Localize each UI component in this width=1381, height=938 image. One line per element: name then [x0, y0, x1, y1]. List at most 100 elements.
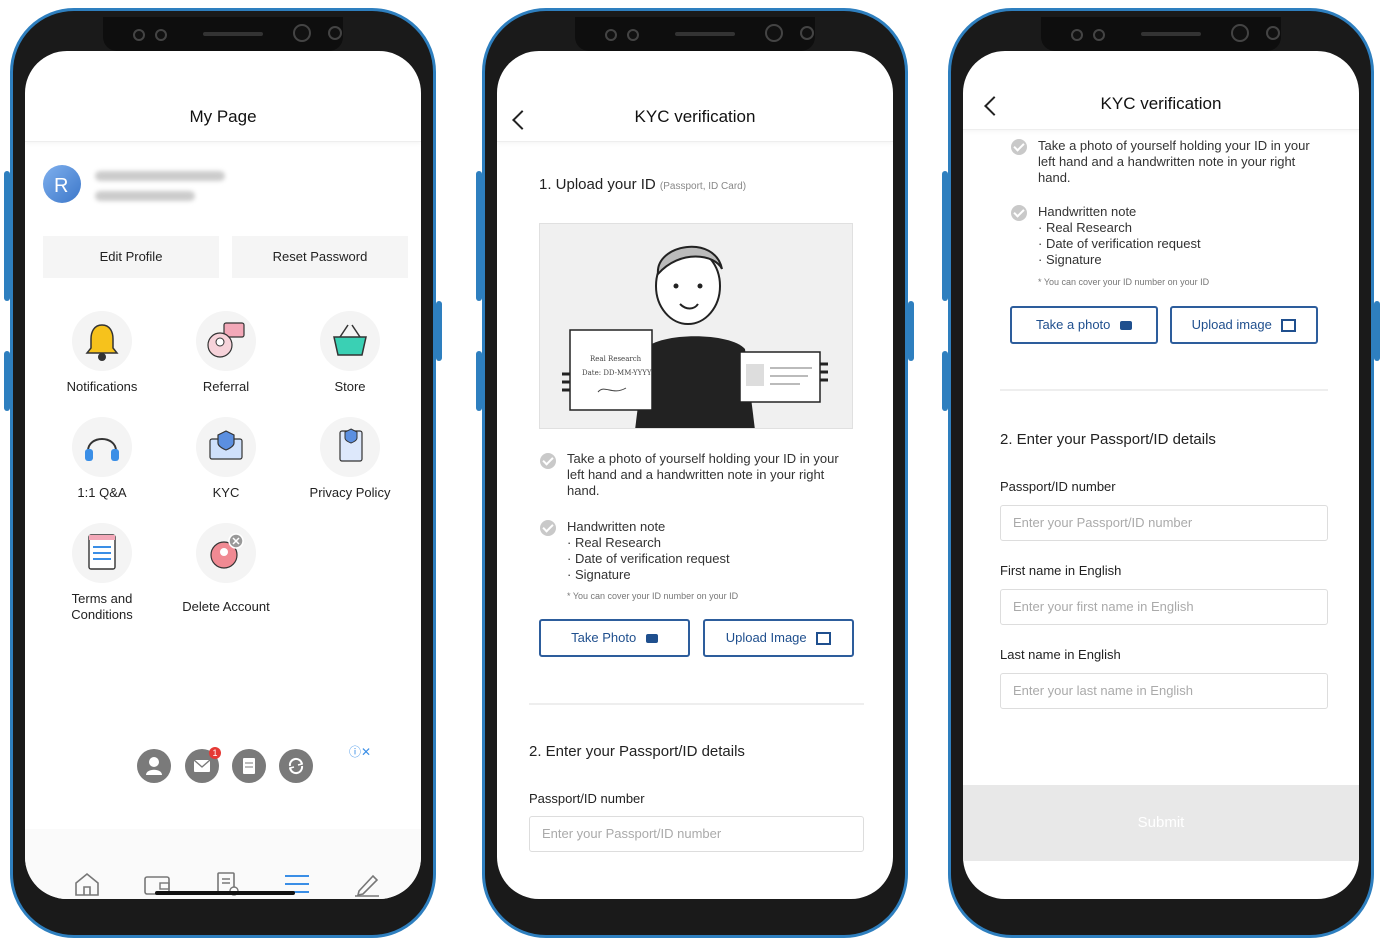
- menu-terms[interactable]: Terms and Conditions: [42, 523, 162, 623]
- instruction-item: · Signature: [1038, 252, 1102, 267]
- screen: My Page R Edit Profile Reset Password No…: [25, 51, 421, 899]
- sensor-icon: [605, 29, 617, 41]
- notification-badge: 1: [209, 747, 221, 759]
- instruction-photo: Take a photo of yourself holding your ID…: [1038, 138, 1310, 185]
- first-name-input[interactable]: Enter your first name in English: [1000, 589, 1328, 625]
- instruction-item: · Date of verification request: [567, 551, 730, 566]
- menu-label: Notifications: [66, 379, 138, 394]
- check-icon: [540, 453, 556, 469]
- side-button: [942, 351, 948, 411]
- instruction-item: · Real Research: [1038, 220, 1132, 235]
- sensor-icon: [328, 26, 342, 40]
- passport-label: Passport/ID number: [529, 791, 645, 806]
- menu-kyc[interactable]: KYC: [166, 417, 286, 500]
- header: [25, 51, 421, 142]
- page-title: KYC verification: [1100, 94, 1222, 113]
- headset-icon: [72, 417, 132, 477]
- avatar[interactable]: R: [43, 165, 81, 203]
- menu-label: Store: [334, 379, 366, 394]
- speaker: [1141, 32, 1201, 36]
- button-label: Take a photo: [1035, 317, 1111, 332]
- instruction-item: · Signature: [567, 567, 631, 582]
- camera-icon: [645, 634, 658, 644]
- sensor-icon: [1093, 29, 1105, 41]
- passport-label: Passport/ID number: [1000, 479, 1116, 494]
- reset-password-button[interactable]: Reset Password: [232, 236, 408, 278]
- upload-image-button[interactable]: Upload Image: [703, 619, 854, 657]
- passport-input[interactable]: Enter your Passport/ID number: [1000, 505, 1328, 541]
- speaker: [203, 32, 263, 36]
- camera-icon: [1120, 321, 1133, 331]
- menu-label: Terms and Conditions: [71, 591, 133, 622]
- document-shield-icon: [320, 417, 380, 477]
- phone-kyc-upload: KYC verification 1. Upload your ID (Pass…: [476, 8, 914, 938]
- image-icon: [1281, 319, 1297, 333]
- section-details-title: 2. Enter your Passport/ID details: [529, 743, 745, 760]
- kyc-illustration: Real Research Date: DD-MM-YYYY: [539, 223, 853, 429]
- first-name-label: First name in English: [1000, 563, 1122, 578]
- screen: KYC verification Take a photo of yoursel…: [963, 51, 1359, 899]
- submit-button[interactable]: Submit: [963, 785, 1359, 861]
- section-title-text: 1. Upload your ID: [539, 176, 656, 193]
- sensor-icon: [155, 29, 167, 41]
- volume-button: [4, 171, 10, 301]
- front-camera-icon: [1231, 24, 1249, 42]
- phone-my-page: My Page R Edit Profile Reset Password No…: [4, 8, 442, 938]
- menu-notifications[interactable]: Notifications: [42, 311, 162, 394]
- ad-info-icon[interactable]: ⓘ✕: [349, 743, 371, 760]
- take-photo-button[interactable]: Take Photo: [539, 619, 690, 657]
- note-line-2: Date: DD-MM-YYYY: [582, 369, 652, 377]
- refresh-icon[interactable]: [279, 749, 313, 783]
- edit-profile-button[interactable]: Edit Profile: [43, 236, 219, 278]
- list-document-icon: [72, 523, 132, 583]
- front-camera-icon: [765, 24, 783, 42]
- section-divider: [1000, 389, 1328, 391]
- passport-input[interactable]: Enter your Passport/ID number: [529, 816, 864, 852]
- check-icon: [1011, 139, 1027, 155]
- button-label: Upload image: [1191, 317, 1272, 332]
- notch: [575, 17, 815, 51]
- upload-image-button[interactable]: Upload image: [1170, 306, 1318, 344]
- front-camera-icon: [293, 24, 311, 42]
- menu-privacy-policy[interactable]: Privacy Policy: [290, 417, 410, 500]
- phone-kyc-details: KYC verification Take a photo of yoursel…: [942, 8, 1380, 938]
- menu-label: Referral: [202, 379, 250, 394]
- power-button: [1374, 301, 1380, 361]
- mail-icon[interactable]: 1: [185, 747, 221, 783]
- screen: KYC verification 1. Upload your ID (Pass…: [497, 51, 893, 899]
- home-indicator: [155, 891, 295, 895]
- user-icon[interactable]: [137, 749, 171, 783]
- header: [963, 51, 1359, 130]
- section-details-title: 2. Enter your Passport/ID details: [1000, 431, 1216, 448]
- menu-qa[interactable]: 1:1 Q&A: [42, 417, 162, 500]
- speaker: [675, 32, 735, 36]
- notch: [103, 17, 343, 51]
- instruction-footnote: * You can cover your ID number on your I…: [567, 591, 739, 601]
- side-button: [4, 351, 10, 411]
- menu-referral[interactable]: Referral: [166, 311, 286, 394]
- sensor-icon: [627, 29, 639, 41]
- menu-label: 1:1 Q&A: [77, 485, 127, 500]
- last-name-input[interactable]: Enter your last name in English: [1000, 673, 1328, 709]
- button-label: Upload Image: [725, 630, 807, 645]
- delete-user-icon: [196, 523, 256, 583]
- section-upload-title: 1. Upload your ID (Passport, ID Card): [539, 176, 746, 193]
- page-title: KYC verification: [634, 107, 756, 126]
- menu-store[interactable]: Store: [290, 311, 410, 394]
- notch: [1041, 17, 1281, 51]
- instruction-note-title: Handwritten note: [567, 519, 666, 534]
- instruction-note-title: Handwritten note: [1038, 204, 1137, 219]
- note-line-1: Real Research: [590, 355, 642, 363]
- section-divider: [529, 703, 864, 705]
- menu-label: Privacy Policy: [309, 485, 391, 500]
- blurred-phone: [95, 191, 195, 201]
- take-photo-button[interactable]: Take a photo: [1010, 306, 1158, 344]
- edit-icon[interactable]: [353, 871, 381, 897]
- image-icon: [816, 632, 832, 646]
- menu-delete-account[interactable]: Delete Account: [166, 523, 286, 614]
- instruction-footnote: * You can cover your ID number on your I…: [1038, 277, 1210, 287]
- sensor-icon: [1071, 29, 1083, 41]
- document-icon[interactable]: [232, 749, 266, 783]
- home-icon[interactable]: [73, 871, 101, 897]
- section-hint: (Passport, ID Card): [659, 181, 747, 192]
